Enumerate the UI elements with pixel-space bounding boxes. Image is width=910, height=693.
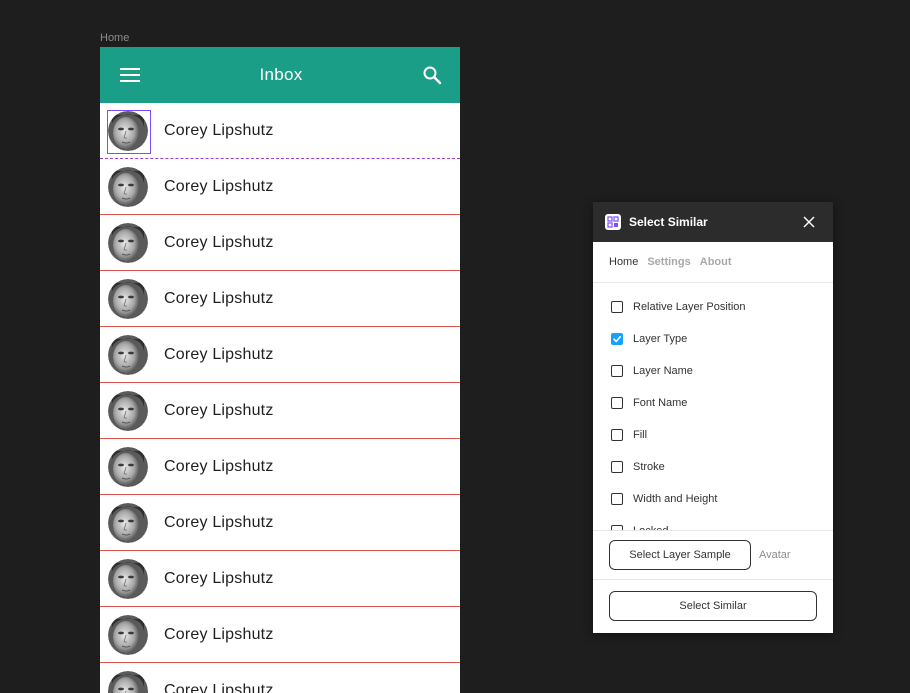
list-item[interactable]: Corey Lipshutz	[100, 103, 460, 159]
criteria-option[interactable]: Width and Height	[593, 483, 833, 515]
avatar	[108, 502, 148, 543]
list-item[interactable]: Corey Lipshutz	[100, 439, 460, 495]
sample-layer-name: Avatar	[759, 549, 791, 561]
contact-name: Corey Lipshutz	[164, 625, 274, 643]
checkbox[interactable]	[611, 365, 623, 377]
option-label: Relative Layer Position	[633, 301, 746, 313]
avatar-wrapper	[108, 614, 148, 655]
list-item[interactable]: Corey Lipshutz	[100, 607, 460, 663]
list-item[interactable]: Corey Lipshutz	[100, 159, 460, 215]
avatar-wrapper	[108, 334, 148, 375]
option-label: Width and Height	[633, 493, 718, 505]
avatar-wrapper	[108, 166, 148, 207]
plugin-logo-icon	[605, 214, 621, 230]
option-label: Layer Name	[633, 365, 693, 377]
contact-name: Corey Lipshutz	[164, 513, 274, 531]
criteria-option[interactable]: Stroke	[593, 451, 833, 483]
contact-name: Corey Lipshutz	[164, 401, 274, 419]
inbox-frame: Inbox Corey Lipshutz Corey Lipshutz Core…	[100, 47, 460, 693]
plugin-title: Select Similar	[629, 215, 708, 229]
contact-name: Corey Lipshutz	[164, 681, 274, 693]
frame-label[interactable]: Home	[100, 32, 129, 44]
close-icon[interactable]	[797, 210, 821, 234]
plugin-tabs: Home Settings About	[593, 242, 833, 283]
menu-icon[interactable]	[118, 63, 142, 87]
option-label: Font Name	[633, 397, 688, 409]
avatar-wrapper	[108, 558, 148, 599]
list-item[interactable]: Corey Lipshutz	[100, 327, 460, 383]
avatar-wrapper	[108, 670, 148, 693]
plugin-header: Select Similar	[593, 202, 833, 242]
tab-about[interactable]: About	[700, 256, 732, 268]
list-item[interactable]: Corey Lipshutz	[100, 663, 460, 693]
contact-name: Corey Lipshutz	[164, 177, 274, 195]
app-bar: Inbox	[100, 47, 460, 103]
avatar	[108, 334, 148, 375]
avatar-wrapper	[108, 502, 148, 543]
contact-name: Corey Lipshutz	[164, 457, 274, 475]
action-row: Select Similar	[593, 580, 833, 632]
avatar	[108, 390, 148, 431]
avatar	[108, 446, 148, 487]
contact-name: Corey Lipshutz	[164, 289, 274, 307]
avatar-wrapper	[108, 390, 148, 431]
option-label: Stroke	[633, 461, 665, 473]
list-item[interactable]: Corey Lipshutz	[100, 383, 460, 439]
avatar	[108, 278, 148, 319]
avatar-wrapper	[108, 278, 148, 319]
checkbox[interactable]	[611, 461, 623, 473]
checkbox[interactable]	[611, 333, 623, 345]
avatar-wrapper	[108, 446, 148, 487]
check-icon	[613, 336, 621, 343]
list-item[interactable]: Corey Lipshutz	[100, 271, 460, 327]
checkbox[interactable]	[611, 429, 623, 441]
tab-settings[interactable]: Settings	[647, 256, 690, 268]
avatar	[108, 558, 148, 599]
option-label: Fill	[633, 429, 648, 441]
tab-home[interactable]: Home	[609, 256, 638, 268]
checkbox[interactable]	[611, 301, 623, 313]
option-label: Layer Type	[633, 333, 688, 345]
criteria-option[interactable]: Relative Layer Position	[593, 291, 833, 323]
sample-row: Select Layer Sample Avatar	[593, 531, 833, 580]
avatar-wrapper	[107, 109, 151, 154]
criteria-option[interactable]: Locked	[593, 515, 833, 530]
select-layer-sample-button[interactable]: Select Layer Sample	[609, 540, 751, 570]
avatar	[108, 614, 148, 655]
avatar	[108, 166, 148, 207]
list-item[interactable]: Corey Lipshutz	[100, 551, 460, 607]
contact-list: Corey Lipshutz Corey Lipshutz Corey Lips…	[100, 103, 460, 693]
contact-name: Corey Lipshutz	[164, 569, 274, 587]
criteria-list[interactable]: Relative Layer Position Layer Type Layer…	[593, 283, 833, 531]
checkbox[interactable]	[611, 493, 623, 505]
checkbox[interactable]	[611, 397, 623, 409]
avatar	[108, 110, 148, 151]
criteria-option[interactable]: Layer Type	[593, 323, 833, 355]
search-icon[interactable]	[420, 63, 444, 87]
list-item[interactable]: Corey Lipshutz	[100, 495, 460, 551]
contact-name: Corey Lipshutz	[164, 233, 274, 251]
criteria-option[interactable]: Layer Name	[593, 355, 833, 387]
list-item[interactable]: Corey Lipshutz	[100, 215, 460, 271]
criteria-option[interactable]: Fill	[593, 419, 833, 451]
criteria-option[interactable]: Font Name	[593, 387, 833, 419]
avatar-wrapper	[108, 222, 148, 263]
select-similar-plugin-window: Select Similar Home Settings About Relativ…	[593, 202, 833, 633]
contact-name: Corey Lipshutz	[164, 121, 274, 139]
select-similar-button[interactable]: Select Similar	[609, 591, 817, 621]
avatar	[108, 222, 148, 263]
avatar	[108, 670, 148, 693]
contact-name: Corey Lipshutz	[164, 345, 274, 363]
app-title: Inbox	[259, 65, 303, 84]
